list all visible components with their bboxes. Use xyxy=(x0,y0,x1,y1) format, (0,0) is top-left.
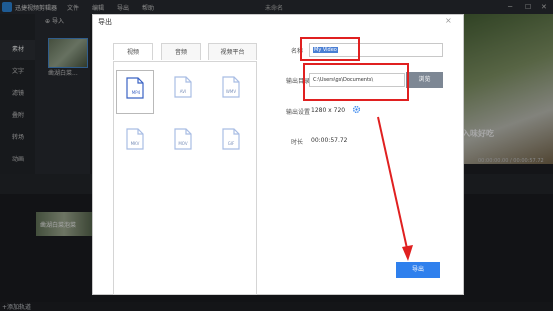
tab-video-platform[interactable]: 视频平台 xyxy=(208,43,257,60)
duration-label: 时长 xyxy=(291,139,304,146)
format-mov[interactable]: MOV xyxy=(164,122,202,166)
format-label: MOV xyxy=(178,141,188,146)
browse-button[interactable]: 浏览 xyxy=(406,72,443,88)
dialog-close-icon[interactable]: × xyxy=(445,16,452,25)
format-gif[interactable]: GIF xyxy=(212,122,250,166)
highlight-box-name xyxy=(300,37,360,61)
format-wmv[interactable]: WMV xyxy=(212,70,250,114)
format-label: MP4 xyxy=(131,90,141,95)
output-settings-value: 1280 x 720 xyxy=(311,107,346,114)
file-icon xyxy=(174,76,192,98)
file-icon xyxy=(126,128,144,150)
gear-icon[interactable] xyxy=(352,105,361,114)
format-avi[interactable]: AVI xyxy=(164,70,202,114)
format-label: GIF xyxy=(227,141,235,146)
duration-value: 00:00:57.72 xyxy=(311,137,348,144)
file-icon xyxy=(174,128,192,150)
file-icon xyxy=(126,77,144,99)
dialog-title: 导出 xyxy=(98,18,112,26)
file-icon xyxy=(222,76,240,98)
format-label: MKV xyxy=(130,141,140,146)
tab-audio[interactable]: 音频 xyxy=(161,43,201,60)
format-mkv[interactable]: MKV xyxy=(116,122,154,166)
annotation-arrow xyxy=(377,116,413,261)
highlight-box-output xyxy=(303,63,409,101)
format-mp4[interactable]: MP4 xyxy=(116,70,154,114)
format-label: AVI xyxy=(179,89,187,94)
output-settings-label: 输出设置 xyxy=(286,109,311,116)
file-icon xyxy=(222,128,240,150)
tab-video[interactable]: 视频 xyxy=(113,43,153,60)
format-label: WMV xyxy=(225,89,237,94)
